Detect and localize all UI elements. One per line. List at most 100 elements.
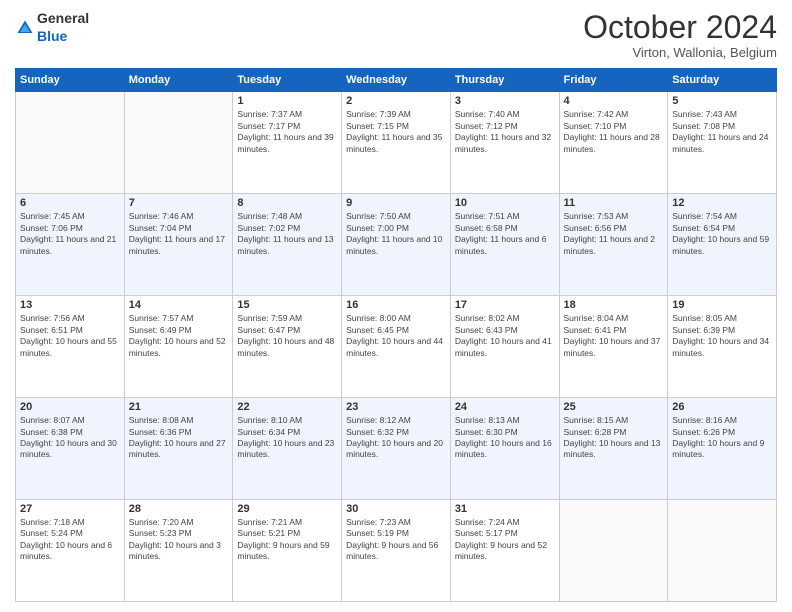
calendar-cell: 28 Sunrise: 7:20 AM Sunset: 5:23 PM Dayli… [124, 500, 233, 602]
day-number: 15 [237, 299, 337, 311]
day-info: Sunrise: 7:37 AM Sunset: 7:17 PM Dayligh… [237, 109, 337, 155]
weekday-saturday: Saturday [668, 69, 777, 92]
logo-general: General [37, 10, 89, 26]
day-number: 27 [20, 503, 120, 515]
calendar-cell: 7 Sunrise: 7:46 AM Sunset: 7:04 PM Daylig… [124, 194, 233, 296]
calendar-cell [124, 92, 233, 194]
weekday-wednesday: Wednesday [342, 69, 451, 92]
day-info: Sunrise: 7:46 AM Sunset: 7:04 PM Dayligh… [129, 211, 229, 257]
day-number: 2 [346, 95, 446, 107]
calendar-cell: 8 Sunrise: 7:48 AM Sunset: 7:02 PM Daylig… [233, 194, 342, 296]
calendar-cell: 3 Sunrise: 7:40 AM Sunset: 7:12 PM Daylig… [450, 92, 559, 194]
day-number: 14 [129, 299, 229, 311]
day-info: Sunrise: 8:05 AM Sunset: 6:39 PM Dayligh… [672, 313, 772, 359]
calendar-cell: 15 Sunrise: 7:59 AM Sunset: 6:47 PM Dayli… [233, 296, 342, 398]
day-info: Sunrise: 7:54 AM Sunset: 6:54 PM Dayligh… [672, 211, 772, 257]
week-row-3: 13 Sunrise: 7:56 AM Sunset: 6:51 PM Dayli… [16, 296, 777, 398]
day-info: Sunrise: 8:07 AM Sunset: 6:38 PM Dayligh… [20, 415, 120, 461]
calendar-cell: 6Sunrise: 7:45 AM Sunset: 7:06 PM Daylig… [16, 194, 125, 296]
day-number: 8 [237, 197, 337, 209]
day-info: Sunrise: 8:15 AM Sunset: 6:28 PM Dayligh… [564, 415, 664, 461]
calendar-cell: 21Sunrise: 8:08 AM Sunset: 6:36 PM Dayli… [124, 398, 233, 500]
day-info: Sunrise: 7:50 AM Sunset: 7:00 PM Dayligh… [346, 211, 446, 257]
weekday-header-row: SundayMondayTuesdayWednesdayThursdayFrid… [16, 69, 777, 92]
day-info: Sunrise: 7:43 AM Sunset: 7:08 PM Dayligh… [672, 109, 772, 155]
day-number: 26 [672, 401, 772, 413]
calendar-cell: 26 Sunrise: 8:16 AM Sunset: 6:26 PM Dayli… [668, 398, 777, 500]
day-info: Sunrise: 7:20 AM Sunset: 5:23 PM Dayligh… [129, 517, 229, 563]
day-info: Sunrise: 8:12 AM Sunset: 6:32 PM Dayligh… [346, 415, 446, 461]
calendar-cell: 20Sunrise: 8:07 AM Sunset: 6:38 PM Dayli… [16, 398, 125, 500]
weekday-monday: Monday [124, 69, 233, 92]
day-number: 11 [564, 197, 664, 209]
calendar-cell [668, 500, 777, 602]
calendar-cell: 12 Sunrise: 7:54 AM Sunset: 6:54 PM Dayli… [668, 194, 777, 296]
day-info: Sunrise: 7:40 AM Sunset: 7:12 PM Dayligh… [455, 109, 555, 155]
day-number: 17 [455, 299, 555, 311]
day-number: 9 [346, 197, 446, 209]
day-info: Sunrise: 7:39 AM Sunset: 7:15 PM Dayligh… [346, 109, 446, 155]
day-number: 3 [455, 95, 555, 107]
day-info: Sunrise: 7:45 AM Sunset: 7:06 PM Dayligh… [20, 211, 120, 257]
day-number: 4 [564, 95, 664, 107]
calendar-cell: 11 Sunrise: 7:53 AM Sunset: 6:56 PM Dayli… [559, 194, 668, 296]
week-row-4: 20Sunrise: 8:07 AM Sunset: 6:38 PM Dayli… [16, 398, 777, 500]
logo-blue: Blue [37, 28, 67, 44]
calendar-cell: 17 Sunrise: 8:02 AM Sunset: 6:43 PM Dayli… [450, 296, 559, 398]
weekday-thursday: Thursday [450, 69, 559, 92]
month-title: October 2024 [583, 10, 777, 45]
day-number: 7 [129, 197, 229, 209]
calendar-cell: 13 Sunrise: 7:56 AM Sunset: 6:51 PM Dayli… [16, 296, 125, 398]
calendar-cell: 14Sunrise: 7:57 AM Sunset: 6:49 PM Dayli… [124, 296, 233, 398]
day-number: 13 [20, 299, 120, 311]
day-number: 1 [237, 95, 337, 107]
day-number: 18 [564, 299, 664, 311]
calendar-cell: 19 Sunrise: 8:05 AM Sunset: 6:39 PM Dayli… [668, 296, 777, 398]
day-info: Sunrise: 7:53 AM Sunset: 6:56 PM Dayligh… [564, 211, 664, 257]
calendar-cell: 5 Sunrise: 7:43 AM Sunset: 7:08 PM Daylig… [668, 92, 777, 194]
day-number: 29 [237, 503, 337, 515]
calendar-cell: 29 Sunrise: 7:21 AM Sunset: 5:21 PM Dayli… [233, 500, 342, 602]
weekday-sunday: Sunday [16, 69, 125, 92]
day-info: Sunrise: 8:00 AM Sunset: 6:45 PM Dayligh… [346, 313, 446, 359]
day-info: Sunrise: 7:23 AM Sunset: 5:19 PM Dayligh… [346, 517, 446, 563]
calendar-cell: 23 Sunrise: 8:12 AM Sunset: 6:32 PM Dayli… [342, 398, 451, 500]
day-info: Sunrise: 8:04 AM Sunset: 6:41 PM Dayligh… [564, 313, 664, 359]
day-info: Sunrise: 8:02 AM Sunset: 6:43 PM Dayligh… [455, 313, 555, 359]
location: Virton, Wallonia, Belgium [583, 45, 777, 60]
day-info: Sunrise: 7:56 AM Sunset: 6:51 PM Dayligh… [20, 313, 120, 359]
calendar-cell: 24 Sunrise: 8:13 AM Sunset: 6:30 PM Dayli… [450, 398, 559, 500]
calendar-cell: 30 Sunrise: 7:23 AM Sunset: 5:19 PM Dayli… [342, 500, 451, 602]
day-number: 30 [346, 503, 446, 515]
day-number: 19 [672, 299, 772, 311]
calendar-cell: 2 Sunrise: 7:39 AM Sunset: 7:15 PM Daylig… [342, 92, 451, 194]
calendar-cell: 10 Sunrise: 7:51 AM Sunset: 6:58 PM Dayli… [450, 194, 559, 296]
calendar-cell: 16Sunrise: 8:00 AM Sunset: 6:45 PM Dayli… [342, 296, 451, 398]
day-number: 24 [455, 401, 555, 413]
day-number: 10 [455, 197, 555, 209]
day-number: 5 [672, 95, 772, 107]
day-number: 12 [672, 197, 772, 209]
day-info: Sunrise: 8:16 AM Sunset: 6:26 PM Dayligh… [672, 415, 772, 461]
day-number: 28 [129, 503, 229, 515]
weekday-friday: Friday [559, 69, 668, 92]
calendar-cell [559, 500, 668, 602]
calendar-cell: 18 Sunrise: 8:04 AM Sunset: 6:41 PM Dayli… [559, 296, 668, 398]
day-info: Sunrise: 7:21 AM Sunset: 5:21 PM Dayligh… [237, 517, 337, 563]
weekday-tuesday: Tuesday [233, 69, 342, 92]
calendar-cell: 1 Sunrise: 7:37 AM Sunset: 7:17 PM Daylig… [233, 92, 342, 194]
week-row-1: 1 Sunrise: 7:37 AM Sunset: 7:17 PM Daylig… [16, 92, 777, 194]
calendar-cell: 31Sunrise: 7:24 AM Sunset: 5:17 PM Dayli… [450, 500, 559, 602]
day-info: Sunrise: 7:59 AM Sunset: 6:47 PM Dayligh… [237, 313, 337, 359]
title-block: October 2024 Virton, Wallonia, Belgium [583, 10, 777, 60]
calendar-cell: 9 Sunrise: 7:50 AM Sunset: 7:00 PM Daylig… [342, 194, 451, 296]
day-info: Sunrise: 8:10 AM Sunset: 6:34 PM Dayligh… [237, 415, 337, 461]
day-info: Sunrise: 7:51 AM Sunset: 6:58 PM Dayligh… [455, 211, 555, 257]
week-row-5: 27 Sunrise: 7:18 AM Sunset: 5:24 PM Dayli… [16, 500, 777, 602]
day-number: 22 [237, 401, 337, 413]
day-info: Sunrise: 7:18 AM Sunset: 5:24 PM Dayligh… [20, 517, 120, 563]
logo: General Blue [15, 10, 89, 46]
day-info: Sunrise: 8:13 AM Sunset: 6:30 PM Dayligh… [455, 415, 555, 461]
day-number: 23 [346, 401, 446, 413]
day-info: Sunrise: 7:48 AM Sunset: 7:02 PM Dayligh… [237, 211, 337, 257]
